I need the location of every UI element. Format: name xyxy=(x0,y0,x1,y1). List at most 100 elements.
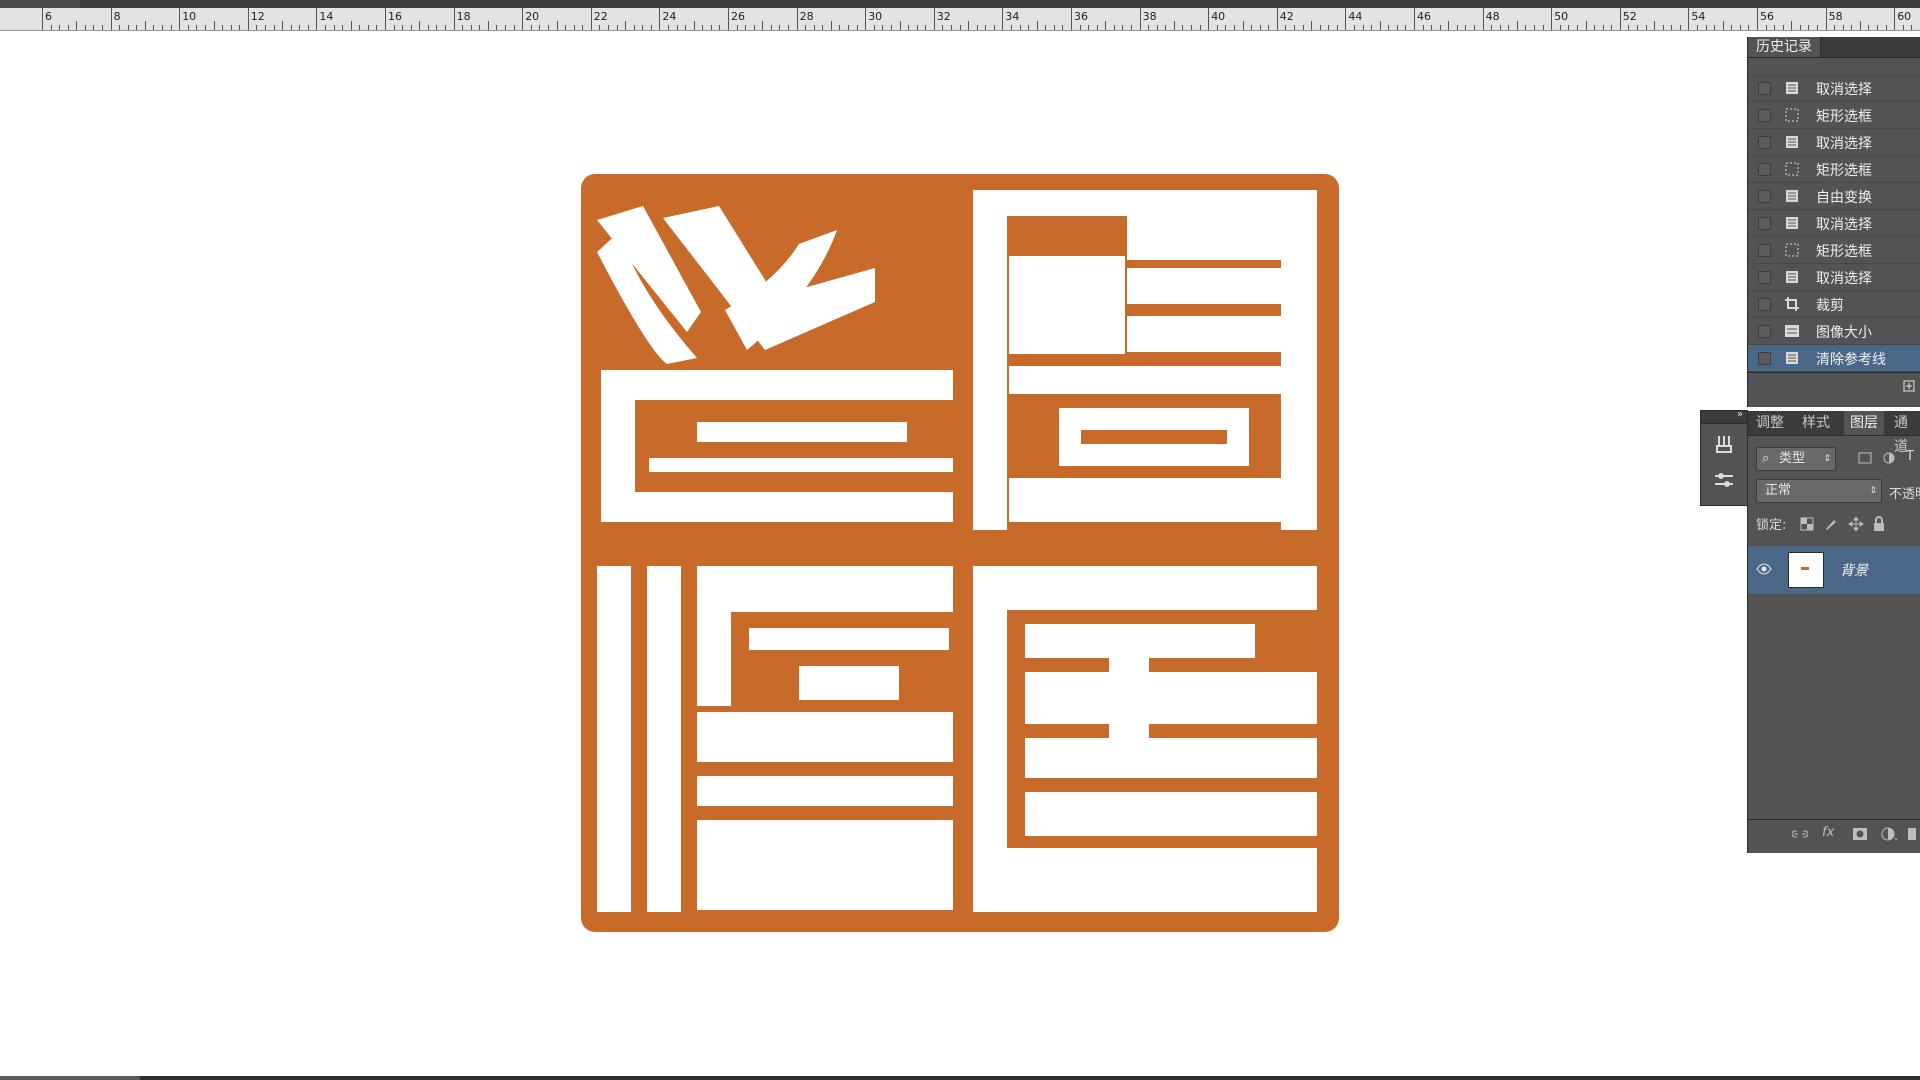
document-tab[interactable] xyxy=(0,0,80,8)
glyph-stroke xyxy=(1009,478,1281,522)
history-item[interactable]: 矩形选框 xyxy=(1748,156,1920,183)
ruler-minor-tick xyxy=(1808,25,1810,30)
ruler-minor-tick xyxy=(136,25,138,30)
history-source-checkbox[interactable] xyxy=(1758,136,1771,149)
ruler-minor-tick xyxy=(333,25,335,30)
ruler-major-tick xyxy=(1276,8,1278,30)
tab-styles[interactable]: 样式 xyxy=(1802,411,1830,435)
ruler-minor-tick xyxy=(667,25,669,30)
horizontal-ruler[interactable]: 6 8 10 12 14 16 18 20 22 24 26 28 30 32 34 36 38 40 42 44 46… xyxy=(0,8,1920,31)
brush-presets-icon[interactable] xyxy=(1713,433,1735,455)
ruler-minor-tick xyxy=(839,25,841,30)
panel-strip-header[interactable]: » xyxy=(1701,409,1747,424)
ruler-minor-tick xyxy=(1859,21,1861,30)
ruler-minor-tick xyxy=(256,25,258,30)
ruler-minor-tick xyxy=(470,25,472,30)
tab-adjustments[interactable]: 调整 xyxy=(1756,411,1784,435)
ruler-minor-tick xyxy=(822,25,824,30)
marquee-icon xyxy=(1785,108,1799,122)
ruler-minor-tick xyxy=(1456,25,1458,30)
lock-pixels-brush-icon[interactable] xyxy=(1824,517,1838,531)
layer-row-background[interactable]: 背景 xyxy=(1748,546,1920,594)
history-item-label: 取消选择 xyxy=(1816,217,1872,233)
ruler-label: 12 xyxy=(250,10,265,23)
ruler-label: 44 xyxy=(1348,10,1363,23)
filter-pixel-icon[interactable] xyxy=(1858,452,1872,464)
ruler-minor-tick xyxy=(710,25,712,30)
adjustments-sliders-icon[interactable] xyxy=(1713,469,1735,491)
filter-type-icon[interactable]: T xyxy=(1906,449,1914,464)
tab-channels[interactable]: 通道 xyxy=(1894,411,1920,455)
ruler-minor-tick xyxy=(1396,25,1398,30)
ruler-minor-tick xyxy=(1079,25,1081,30)
history-item[interactable]: 矩形选框 xyxy=(1748,237,1920,264)
expand-arrows-icon[interactable]: » xyxy=(1737,409,1743,420)
glyph-stroke xyxy=(973,190,1007,530)
ruler-minor-tick xyxy=(462,25,464,30)
lock-position-move-icon[interactable] xyxy=(1848,516,1864,532)
adjustment-layer-icon[interactable] xyxy=(1880,826,1898,842)
lock-all-icon[interactable] xyxy=(1872,516,1886,532)
history-source-checkbox[interactable] xyxy=(1758,190,1771,203)
ruler-minor-tick xyxy=(1182,25,1184,30)
history-source-checkbox[interactable] xyxy=(1758,298,1771,311)
history-source-checkbox[interactable] xyxy=(1758,109,1771,122)
history-panel: 历史记录 取消选择 矩形选框 取消选择 矩形选框 自由变换 取消选择 矩形选框 取消选择 裁剪图… xyxy=(1747,37,1920,407)
link-layers-icon[interactable] xyxy=(1792,828,1808,840)
history-source-checkbox[interactable] xyxy=(1758,163,1771,176)
ruler-minor-tick xyxy=(1799,25,1801,30)
ruler-label: 8 xyxy=(113,10,121,23)
ruler-minor-tick xyxy=(1611,25,1613,30)
history-source-checkbox[interactable] xyxy=(1758,352,1771,365)
tab-history[interactable]: 历史记录 xyxy=(1748,37,1821,57)
bottom-scroll-indicator[interactable] xyxy=(0,1076,140,1080)
new-snapshot-icon[interactable] xyxy=(1903,379,1917,393)
layer-thumbnail xyxy=(1788,552,1824,588)
new-group-icon[interactable] xyxy=(1908,828,1916,840)
visibility-eye-icon[interactable] xyxy=(1756,561,1772,577)
ruler-label: 6 xyxy=(45,10,52,23)
ruler-minor-tick xyxy=(1911,25,1913,30)
history-item-label: 清除参考线 xyxy=(1816,352,1886,368)
lock-transparent-icon[interactable] xyxy=(1800,517,1814,531)
history-source-checkbox[interactable] xyxy=(1758,217,1771,230)
history-item[interactable]: 取消选择 xyxy=(1748,129,1920,156)
history-item[interactable]: 取消选择 xyxy=(1748,210,1920,237)
history-item[interactable]: 图像大小 xyxy=(1748,318,1920,345)
ruler-minor-tick xyxy=(1585,21,1587,30)
filter-adjustment-icon[interactable] xyxy=(1882,451,1896,465)
tab-layers[interactable]: 图层 xyxy=(1844,411,1884,435)
history-source-checkbox[interactable] xyxy=(1758,82,1771,95)
history-item[interactable]: 取消选择 xyxy=(1748,75,1920,102)
blend-mode-value: 正常 xyxy=(1765,483,1792,498)
ruler-minor-tick xyxy=(1877,25,1879,30)
marquee-icon xyxy=(1785,243,1799,257)
layer-filter-select[interactable]: ⌕ 类型 ⇕ xyxy=(1756,447,1836,471)
ruler-label: 52 xyxy=(1622,10,1637,23)
history-item[interactable]: 矩形选框 xyxy=(1748,102,1920,129)
history-item[interactable]: 取消选择 xyxy=(1748,264,1920,291)
ruler-major-tick xyxy=(728,8,729,30)
ruler-major-tick xyxy=(1002,8,1004,30)
ruler-label: 58 xyxy=(1828,10,1843,23)
ruler-minor-tick xyxy=(1902,25,1904,30)
history-item[interactable]: 裁剪 xyxy=(1748,291,1920,318)
blend-mode-select[interactable]: 正常 ⇕ xyxy=(1756,479,1882,503)
ruler-minor-tick xyxy=(1156,25,1158,30)
history-source-checkbox[interactable] xyxy=(1758,244,1771,257)
fx-icon[interactable]: fx xyxy=(1822,825,1834,840)
history-source-checkbox[interactable] xyxy=(1758,271,1771,284)
ruler-major-tick xyxy=(110,8,112,30)
history-item[interactable]: 自由变换 xyxy=(1748,183,1920,210)
glyph-stroke xyxy=(1025,738,1317,778)
glyph-stroke xyxy=(1127,316,1281,352)
layer-name[interactable]: 背景 xyxy=(1840,560,1868,580)
ruler-minor-tick xyxy=(1508,25,1510,30)
history-item[interactable]: 清除参考线 xyxy=(1748,345,1920,372)
history-source-checkbox[interactable] xyxy=(1758,325,1771,338)
image-size-icon xyxy=(1785,325,1799,337)
ruler-minor-tick xyxy=(102,25,104,30)
layer-mask-icon[interactable] xyxy=(1852,827,1868,841)
history-row-clipped[interactable] xyxy=(1748,57,1920,76)
glyph-stroke xyxy=(697,566,731,706)
